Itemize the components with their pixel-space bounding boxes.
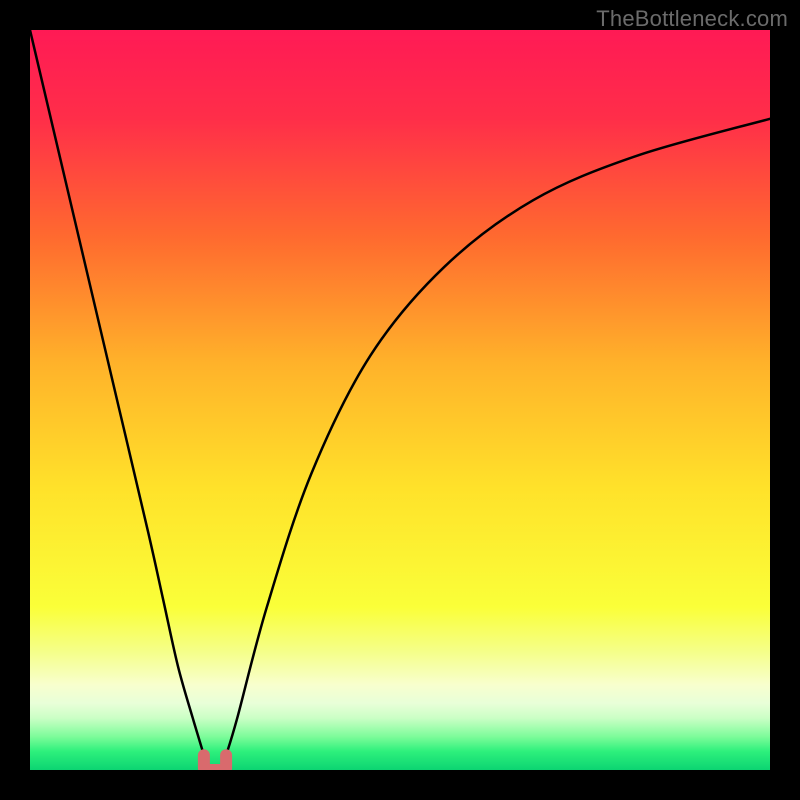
valley-marker bbox=[204, 755, 226, 770]
bottleneck-curve-right bbox=[226, 119, 770, 755]
curve-layer bbox=[30, 30, 770, 770]
plot-area bbox=[30, 30, 770, 770]
watermark-text: TheBottleneck.com bbox=[596, 6, 788, 32]
bottleneck-curve-left bbox=[30, 30, 204, 755]
